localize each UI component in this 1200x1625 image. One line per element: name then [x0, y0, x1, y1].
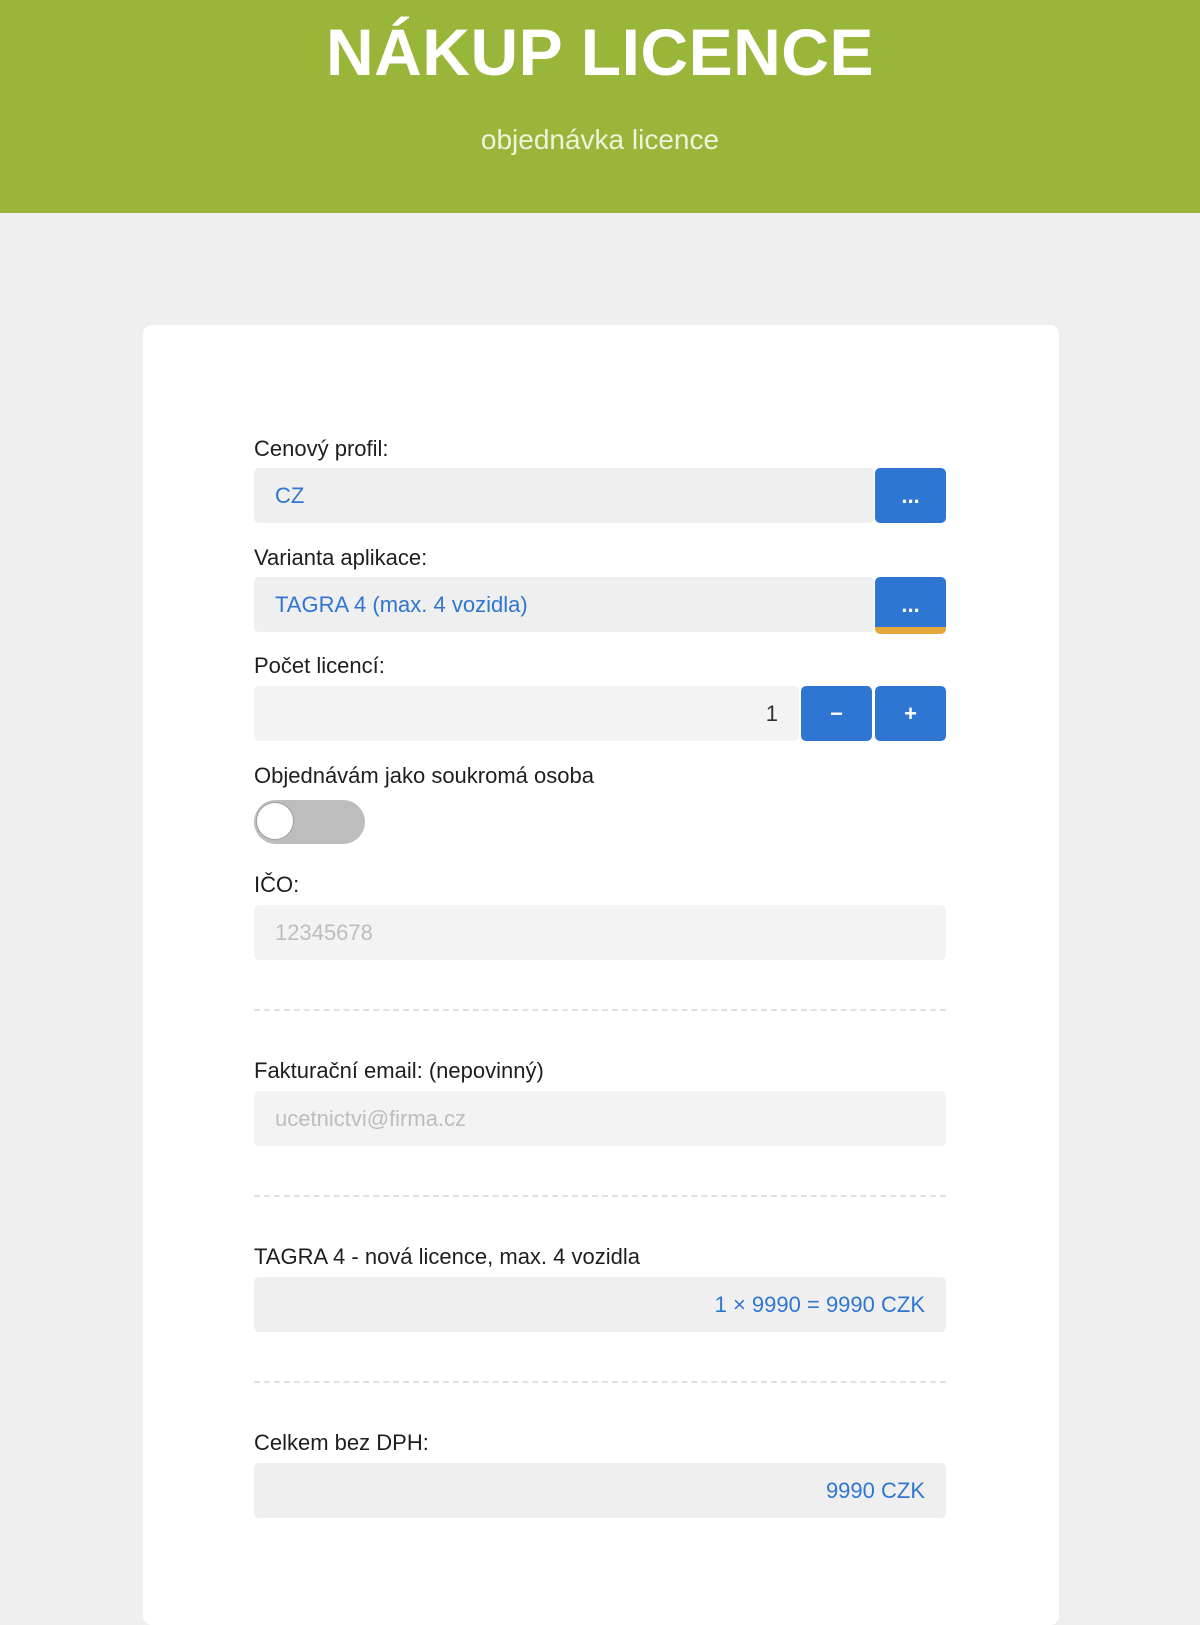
billing-email-input[interactable]: ucetnictvi@firma.cz	[254, 1091, 946, 1146]
page-subtitle: objednávka licence	[480, 124, 720, 155]
divider	[254, 1009, 946, 1011]
price-profile-label: Cenový profil:	[254, 436, 389, 461]
ico-input[interactable]: 12345678	[254, 905, 946, 960]
app-variant-label: Varianta aplikace:	[254, 545, 428, 570]
ico-label: IČO:	[254, 872, 300, 897]
private-person-toggle[interactable]	[254, 800, 365, 844]
line-item-label: TAGRA 4 - nová licence, max. 4 vozidla	[254, 1244, 640, 1269]
page-header: NÁKUP LICENCE objednávka licence	[0, 0, 1200, 213]
total-value: 9990 CZK	[254, 1463, 946, 1518]
billing-email-label: Fakturační email: (nepovinný)	[254, 1058, 544, 1083]
license-count-label: Počet licencí:	[254, 653, 385, 678]
total-label: Celkem bez DPH:	[254, 1430, 429, 1455]
private-person-label: Objednávám jako soukromá osoba	[254, 763, 594, 788]
increment-button[interactable]: +	[875, 686, 946, 741]
app-variant-field[interactable]: TAGRA 4 (max. 4 vozidla)	[254, 577, 874, 632]
price-profile-field[interactable]: CZ	[254, 468, 874, 523]
page-title: NÁKUP LICENCE	[325, 15, 874, 89]
decrement-button[interactable]: −	[801, 686, 872, 741]
line-item-value: 1 × 9990 = 9990 CZK	[254, 1277, 946, 1332]
app-variant-select-button[interactable]: ...	[875, 577, 946, 634]
license-count-input[interactable]: 1	[254, 686, 799, 741]
divider	[254, 1381, 946, 1383]
price-profile-select-button[interactable]: ...	[875, 468, 946, 523]
divider	[254, 1195, 946, 1197]
toggle-knob	[256, 802, 294, 840]
